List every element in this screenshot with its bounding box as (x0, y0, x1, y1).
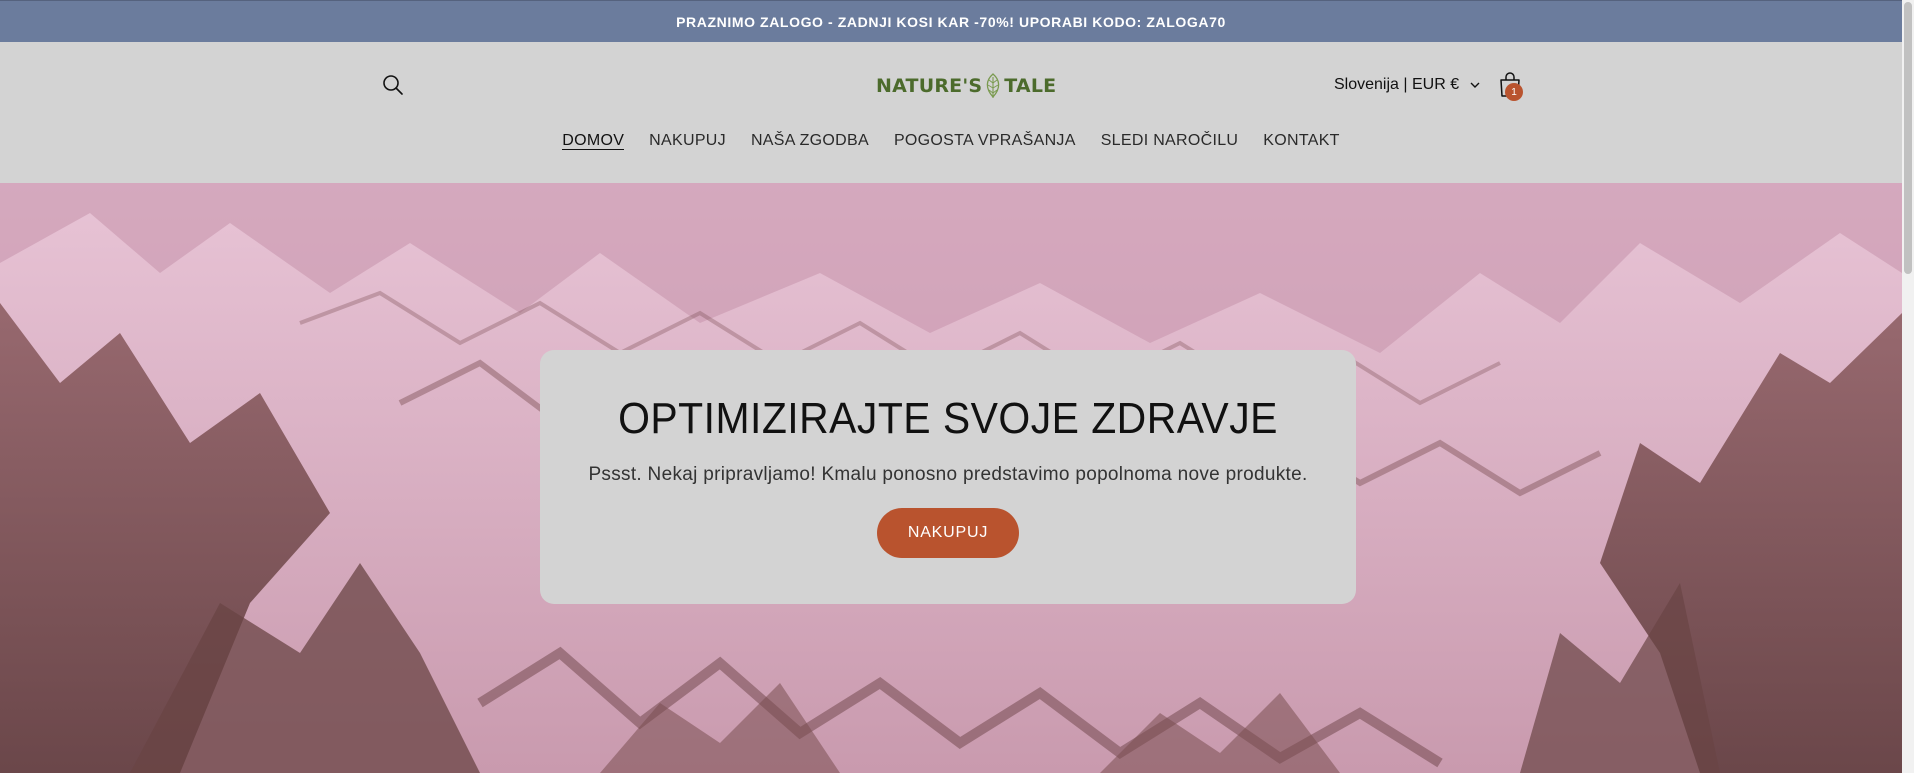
page-scrollbar[interactable] (1902, 0, 1914, 773)
hero-subtitle: Pssst. Nekaj pripravljamo! Kmalu ponosno… (588, 464, 1308, 485)
locale-label: Slovenija | EUR € (1334, 76, 1460, 93)
announcement-bar[interactable]: PRAZNIMO ZALOGO - ZADNJI KOSI KAR -70%! … (0, 0, 1902, 42)
site-header: NATURE'S TALE Slovenija | EUR € DOMOV NA… (0, 42, 1902, 183)
nav-label-pogosta-vprasanja: POGOSTA VPRAŠANJA (893, 132, 1076, 149)
hero-banner: OPTIMIZIRAJTE SVOJE ZDRAVJE Pssst. Nekaj… (0, 183, 1902, 773)
leaf-icon (986, 73, 1000, 98)
logo-text-left: NATURE'S (876, 75, 983, 97)
shop-now-button[interactable]: NAKUPUJ (877, 508, 1019, 558)
hero-content-card: OPTIMIZIRAJTE SVOJE ZDRAVJE Pssst. Nekaj… (540, 350, 1356, 604)
search-button[interactable] (378, 70, 408, 100)
chevron-down-icon (1470, 82, 1480, 88)
page: PRAZNIMO ZALOGO - ZADNJI KOSI KAR -70%! … (0, 0, 1914, 773)
nav-item-nakupuj[interactable]: NAKUPUJ (637, 128, 739, 154)
main-navigation: DOMOV NAKUPUJ NAŠA ZGODBA POGOSTA VPRAŠA… (0, 128, 1902, 154)
logo-text-right: TALE (1004, 75, 1057, 97)
nav-label-domov: DOMOV (562, 132, 625, 150)
hero-title: OPTIMIZIRAJTE SVOJE ZDRAVJE (618, 394, 1278, 443)
cart-count-badge: 1 (1505, 83, 1523, 101)
nav-item-sledi-narocilu[interactable]: SLEDI NAROČILU (1088, 128, 1251, 154)
nav-label-sledi-narocilu: SLEDI NAROČILU (1100, 132, 1239, 149)
nav-label-kontakt: KONTAKT (1263, 132, 1340, 149)
announcement-text: PRAZNIMO ZALOGO - ZADNJI KOSI KAR -70%! … (676, 13, 1226, 30)
nav-item-pogosta-vprasanja[interactable]: POGOSTA VPRAŠANJA (881, 128, 1088, 154)
search-icon (383, 75, 403, 95)
nav-item-domov[interactable]: DOMOV (550, 128, 637, 154)
country-currency-selector[interactable]: Slovenija | EUR € (1334, 72, 1481, 98)
scrollbar-thumb[interactable] (1904, 2, 1912, 274)
nav-label-nasa-zgodba: NAŠA ZGODBA (750, 132, 869, 149)
site-logo[interactable]: NATURE'S TALE (876, 70, 1056, 102)
nav-item-kontakt[interactable]: KONTAKT (1251, 128, 1352, 154)
nav-label-nakupuj: NAKUPUJ (649, 132, 726, 149)
nav-item-nasa-zgodba[interactable]: NAŠA ZGODBA (738, 128, 881, 154)
